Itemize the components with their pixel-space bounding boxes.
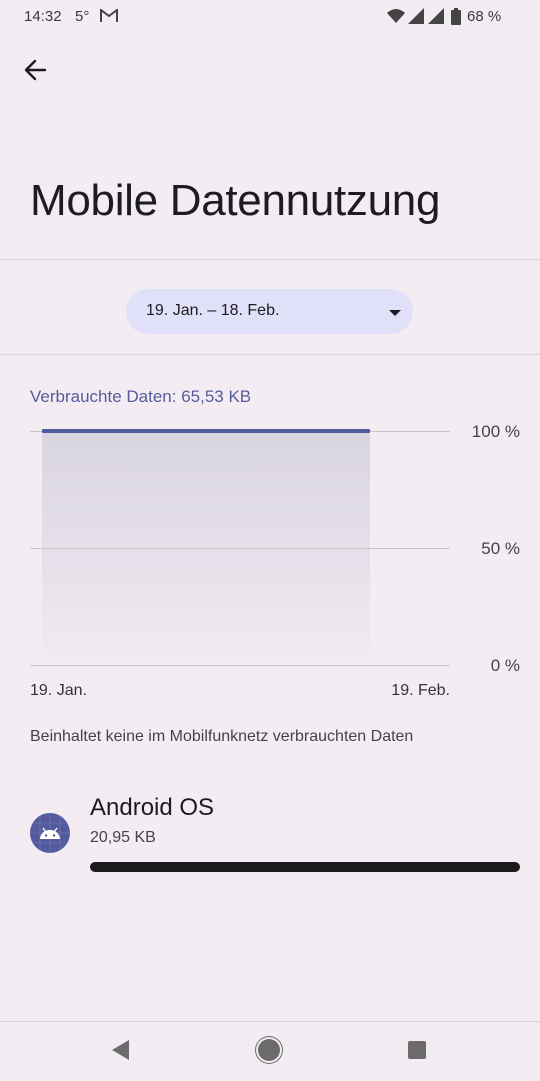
status-temperature: 5°: [75, 8, 90, 25]
app-name: Android OS: [90, 794, 215, 821]
navigation-bar: [0, 1021, 540, 1081]
date-range-label: 19. Jan. – 18. Feb.: [146, 302, 280, 319]
usage-total-label: Verbrauchte Daten: 65,53 KB: [30, 387, 252, 406]
nav-back-icon[interactable]: [112, 1040, 129, 1060]
battery-icon: [451, 8, 461, 25]
battery-percent: 68 %: [467, 8, 502, 25]
status-time: 14:32: [24, 8, 62, 25]
chart-area-fill: [42, 431, 370, 657]
x-tick-label: 19. Feb.: [391, 682, 450, 699]
chart-gridline: [30, 548, 450, 549]
signal-icon: [408, 8, 424, 24]
nav-recents-icon[interactable]: [408, 1041, 426, 1059]
nav-home-icon[interactable]: [258, 1039, 280, 1061]
divider: [0, 259, 540, 260]
wifi-icon: [387, 9, 405, 23]
dropdown-arrow-icon: [389, 310, 401, 316]
x-tick-label: 19. Jan.: [30, 682, 87, 699]
y-tick-label: 0 %: [490, 656, 520, 675]
data-note: Beinhaltet keine im Mobilfunknetz verbra…: [30, 728, 414, 745]
y-tick-label: 50 %: [481, 539, 520, 558]
signal-icon: [428, 8, 444, 24]
back-arrow-icon[interactable]: [22, 57, 48, 83]
app-usage-bar-fill: [90, 862, 520, 872]
app-usage-bar: [90, 862, 520, 872]
status-bar: 14:32 5° 68 %: [0, 0, 540, 36]
y-tick-label: 100 %: [471, 422, 520, 441]
chart-gridline: [30, 665, 450, 666]
date-range-dropdown[interactable]: 19. Jan. – 18. Feb.: [126, 289, 413, 334]
divider: [0, 354, 540, 355]
page-title: Mobile Datennutzung: [30, 176, 441, 225]
gmail-icon: [100, 9, 118, 22]
android-icon: [30, 813, 70, 853]
chart-series-line: [42, 429, 370, 433]
app-data-size: 20,95 KB: [90, 829, 156, 846]
